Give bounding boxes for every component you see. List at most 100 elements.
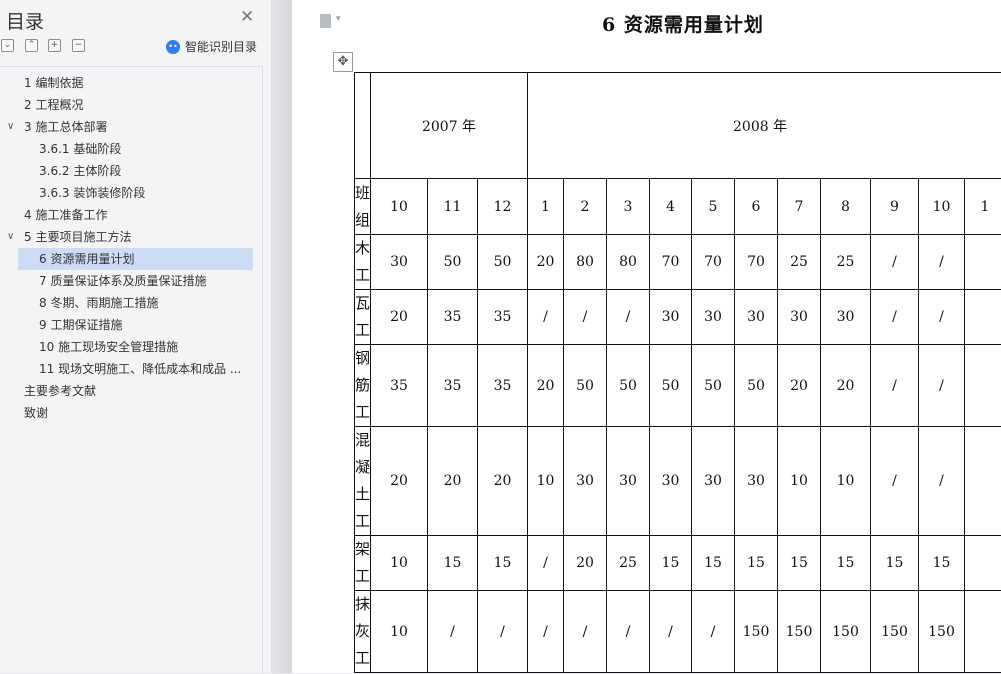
value-cell: 15 — [692, 536, 735, 591]
value-cell: 35 — [371, 345, 428, 427]
value-cell: / — [607, 591, 650, 673]
value-cell: 15 — [478, 536, 528, 591]
value-cell: 50 — [650, 345, 692, 427]
table-row: 木工3050502080807070702525// — [355, 235, 1001, 290]
toc-item[interactable]: 2 工程概况 — [18, 94, 253, 116]
value-cell: 30 — [371, 235, 428, 290]
toc-item[interactable]: 3.6.2 主体阶段 — [18, 160, 253, 182]
remove-heading-icon[interactable]: − — [72, 39, 85, 52]
value-cell: 50 — [607, 345, 650, 427]
expand-all-icon[interactable]: ⌄ — [1, 39, 14, 52]
year-2007-cell: 2007 年 — [371, 73, 528, 179]
value-cell: 80 — [607, 235, 650, 290]
value-cell: 20 — [478, 427, 528, 536]
crew-char: 架 — [355, 536, 370, 563]
value-cell: 10 — [371, 591, 428, 673]
toc-item[interactable]: 6 资源需用量计划 — [18, 248, 253, 270]
document-icon[interactable] — [320, 14, 331, 28]
crew-char: 班 — [355, 180, 370, 207]
value-cell: / — [528, 290, 564, 345]
crew-char: 瓦 — [355, 290, 370, 317]
toc-item[interactable]: 11 现场文明施工、降低成本和成品 ... — [18, 358, 253, 380]
month-cell: 10 — [371, 179, 428, 235]
value-cell: / — [919, 427, 965, 536]
value-cell — [965, 427, 1001, 536]
collapse-all-icon[interactable]: ⌃ — [25, 39, 38, 52]
value-cell: / — [692, 591, 735, 673]
crew-name-cell: 班组 — [355, 179, 371, 235]
month-cell: 4 — [650, 179, 692, 235]
value-cell: 15 — [919, 536, 965, 591]
crew-name-cell: 抹灰工 — [355, 591, 371, 673]
value-cell: 30 — [650, 427, 692, 536]
value-cell: / — [871, 427, 919, 536]
toc-item[interactable]: 8 冬期、雨期施工措施 — [18, 292, 253, 314]
chevron-down-icon[interactable]: ▾ — [336, 14, 341, 24]
resource-table: 2007 年2008 年班组101112123456789101木工305050… — [354, 72, 1001, 673]
toc-title: 目录 — [6, 7, 44, 34]
value-cell: 15 — [650, 536, 692, 591]
value-cell: / — [919, 290, 965, 345]
value-cell: 20 — [528, 235, 564, 290]
value-cell: 15 — [778, 536, 821, 591]
value-cell: / — [919, 235, 965, 290]
table-row: 瓦工203535///3030303030// — [355, 290, 1001, 345]
crew-char: 工 — [355, 563, 370, 590]
value-cell: 50 — [735, 345, 778, 427]
smart-toc-button[interactable]: •• 智能识别目录 — [166, 38, 257, 55]
value-cell: 15 — [821, 536, 871, 591]
close-icon[interactable]: ✕ — [240, 9, 254, 26]
table-move-icon[interactable]: ✥ — [333, 52, 353, 72]
value-cell: / — [871, 290, 919, 345]
value-cell: / — [871, 345, 919, 427]
toc-item[interactable]: 9 工期保证措施 — [18, 314, 253, 336]
value-cell: 20 — [821, 345, 871, 427]
chevron-down-icon[interactable]: ∨ — [7, 116, 14, 138]
value-cell: 30 — [607, 427, 650, 536]
smart-toc-icon: •• — [166, 40, 180, 54]
value-cell: / — [478, 591, 528, 673]
value-cell: 70 — [692, 235, 735, 290]
toc-item[interactable]: 7 质量保证体系及质量保证措施 — [18, 270, 253, 292]
crew-char: 灰 — [355, 618, 370, 645]
value-cell: 35 — [478, 290, 528, 345]
toc-item[interactable]: 3.6.1 基础阶段 — [18, 138, 253, 160]
value-cell: 70 — [735, 235, 778, 290]
value-cell — [965, 290, 1001, 345]
value-cell — [965, 591, 1001, 673]
toc-item[interactable]: 3.6.3 装饰装修阶段 — [18, 182, 253, 204]
value-cell: / — [871, 235, 919, 290]
crew-name-cell: 木工 — [355, 235, 371, 290]
value-cell: 10 — [821, 427, 871, 536]
crew-char: 筋 — [355, 372, 370, 399]
value-cell — [965, 345, 1001, 427]
crew-char: 组 — [355, 207, 370, 234]
value-cell — [965, 536, 1001, 591]
toc-item[interactable]: 主要参考文献 — [18, 380, 253, 402]
month-cell: 1 — [528, 179, 564, 235]
crew-name-cell: 钢筋工 — [355, 345, 371, 427]
month-cell: 11 — [428, 179, 478, 235]
value-cell: / — [528, 591, 564, 673]
toc-item[interactable]: 3 施工总体部署 — [18, 116, 253, 138]
month-cell: 1 — [965, 179, 1001, 235]
toc-item[interactable]: 4 施工准备工作 — [18, 204, 253, 226]
add-heading-icon[interactable]: + — [48, 39, 61, 52]
chevron-down-icon[interactable]: ∨ — [7, 226, 14, 248]
toc-item[interactable]: 10 施工现场安全管理措施 — [18, 336, 253, 358]
value-cell: 35 — [428, 290, 478, 345]
toc-toolbar: ⌄ ⌃ + − •• 智能识别目录 — [0, 39, 271, 55]
crew-char: 抹 — [355, 591, 370, 618]
toc-item[interactable]: 1 编制依据 — [18, 72, 253, 94]
month-cell: 8 — [821, 179, 871, 235]
crew-char: 工 — [355, 317, 370, 344]
crew-char: 混 — [355, 427, 370, 454]
crew-char: 钢 — [355, 345, 370, 372]
value-cell: 30 — [735, 427, 778, 536]
value-cell: 30 — [692, 427, 735, 536]
value-cell: 30 — [821, 290, 871, 345]
toc-list: 1 编制依据2 工程概况∨3 施工总体部署3.6.1 基础阶段3.6.2 主体阶… — [0, 66, 263, 674]
toc-item[interactable]: 致谢 — [18, 402, 253, 424]
crew-name-cell: 混凝土工 — [355, 427, 371, 536]
toc-item[interactable]: 5 主要项目施工方法 — [18, 226, 253, 248]
